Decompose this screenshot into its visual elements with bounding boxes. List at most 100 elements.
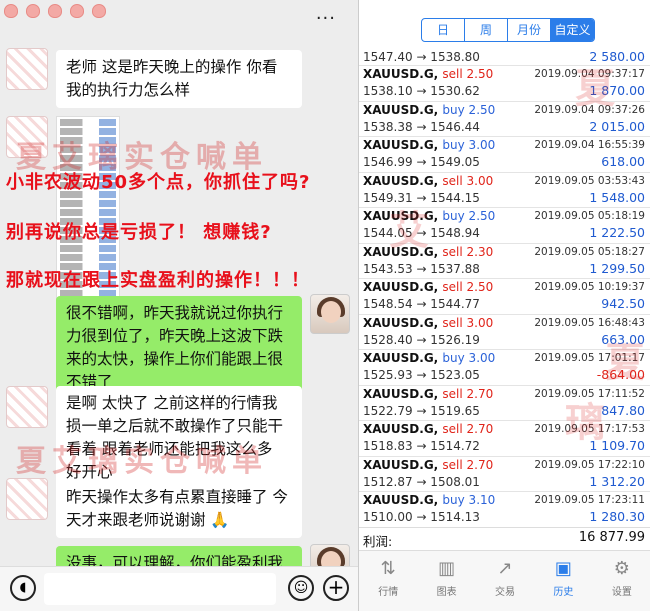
deal-price: 1518.83 → 1514.72 xyxy=(363,439,480,453)
deal-time: 2019.09.05 03:53:43 xyxy=(534,174,645,187)
deal-symbol: XAUUSD.G, buy 2.50 xyxy=(363,102,496,117)
deal-side: sell 3.00 xyxy=(442,315,494,330)
watermark-char: 夏 xyxy=(575,65,615,112)
promo-overlay-line: 别再说你总是亏损了！ 想赚钱? xyxy=(6,222,272,243)
nav-item-trade[interactable]: ↗ 交易 xyxy=(476,551,534,611)
deal-row[interactable]: XAUUSD.G, sell 2.70 2019.09.05 17:22:10 15… xyxy=(359,457,650,492)
deal-time: 2019.09.05 05:18:27 xyxy=(534,245,645,258)
chat-message-incoming: 昨天操作太多有点累直接睡了 今天才来跟老师说谢谢 🙏 xyxy=(56,480,302,538)
deal-side: buy 3.10 xyxy=(442,493,496,507)
nav-label: 历史 xyxy=(553,587,574,598)
deal-symbol: XAUUSD.G, sell 3.00 xyxy=(363,315,494,330)
nav-label: 交易 xyxy=(495,587,516,598)
chat-message-outgoing: 很不错啊，昨天我就说过你执行力很到位了，昨天晚上这波下跌来的太快，操作上你们能跟… xyxy=(56,296,302,400)
deal-row[interactable]: XAUUSD.G, sell 2.70 2019.09.05 17:17:53 15… xyxy=(359,421,650,457)
deal-side: sell 2.50 xyxy=(442,67,494,81)
tab-day[interactable]: 日 xyxy=(422,19,465,41)
deal-symbol: XAUUSD.G, sell 2.50 xyxy=(363,280,494,294)
nav-item-history[interactable]: ▣ 历史 xyxy=(534,551,592,611)
deal-time: 2019.09.05 17:23:11 xyxy=(534,494,645,506)
deal-side: buy 2.50 xyxy=(442,102,496,117)
bottom-nav: ⇅ 行情 ▥ 图表 ↗ 交易 ▣ 历史 ⚙ 设置 xyxy=(359,550,650,611)
deal-symbol: XAUUSD.G, sell 3.00 xyxy=(363,173,494,188)
deal-side: sell 3.00 xyxy=(442,173,494,188)
peach-sticker-icon xyxy=(92,4,106,18)
deal-side: buy 3.00 xyxy=(442,351,496,365)
deal-symbol: XAUUSD.G, buy 3.00 xyxy=(363,351,496,365)
nav-label: 图表 xyxy=(436,587,457,598)
period-tabs: 日 周 月份 自定义 xyxy=(421,18,595,42)
deal-side: sell 2.70 xyxy=(442,422,494,436)
history-icon: ▣ xyxy=(554,558,572,579)
deal-price: 1538.10 → 1530.62 xyxy=(363,84,480,98)
message-composer: ◖ ☺ + xyxy=(0,566,358,611)
emoji-icon[interactable]: ☺ xyxy=(288,575,314,601)
watermark-char: 璃 xyxy=(565,399,605,446)
deal-symbol: XAUUSD.G, buy 2.50 xyxy=(363,209,496,223)
deal-row[interactable]: XAUUSD.G, buy 3.00 2019.09.04 16:55:39 154… xyxy=(359,137,650,173)
chat-header: ··· xyxy=(0,0,358,36)
deal-symbol: XAUUSD.G, sell 2.70 xyxy=(363,386,494,401)
deal-profit: 1 312.20 xyxy=(589,473,645,489)
chat-message-incoming: 老师 这是昨天晚上的操作 你看我的执行力怎么样 xyxy=(56,50,302,108)
deal-price: 1538.38 → 1546.44 xyxy=(363,119,480,134)
nav-item-quotes[interactable]: ⇅ 行情 xyxy=(359,551,417,611)
message-input[interactable] xyxy=(44,573,276,605)
deal-row[interactable]: XAUUSD.G, sell 2.70 2019.09.05 17:11:52 15… xyxy=(359,386,650,421)
nav-item-settings[interactable]: ⚙ 设置 xyxy=(593,551,650,611)
deal-symbol: XAUUSD.G, sell 2.50 xyxy=(363,67,494,81)
sticker-strip xyxy=(4,4,106,18)
chart-icon: ▥ xyxy=(438,558,456,579)
teacher-avatar[interactable] xyxy=(310,294,350,334)
more-menu-icon[interactable]: ··· xyxy=(316,8,336,29)
contact-avatar[interactable] xyxy=(6,48,48,90)
contact-avatar[interactable] xyxy=(6,386,48,428)
deal-profit: 1 280.30 xyxy=(589,509,645,524)
deal-profit: 2 015.00 xyxy=(589,118,645,134)
deal-price: 1547.40 → 1538.80 xyxy=(363,50,480,64)
deal-profit: 847.80 xyxy=(601,402,645,418)
deal-row[interactable]: XAUUSD.G, buy 3.10 2019.09.05 17:23:11 151… xyxy=(359,492,650,528)
nav-item-chart[interactable]: ▥ 图表 xyxy=(417,551,475,611)
profit-total-label: 利润: xyxy=(363,534,393,549)
deal-price: 1510.00 → 1514.13 xyxy=(363,510,480,524)
peach-sticker-icon xyxy=(48,4,62,18)
deal-profit: 942.50 xyxy=(601,296,645,311)
quotes-icon: ⇅ xyxy=(380,558,396,579)
deal-price: 1522.79 → 1519.65 xyxy=(363,403,480,418)
watermark-char: 夏 xyxy=(605,339,645,386)
deal-time: 2019.09.05 16:48:43 xyxy=(534,316,645,329)
promo-overlay-line: 小非农波动50多个点，你抓住了吗? xyxy=(6,172,311,193)
deal-side: sell 2.50 xyxy=(442,280,494,294)
deal-symbol: XAUUSD.G, sell 2.70 xyxy=(363,422,494,436)
watermark-char: 艾 xyxy=(389,207,429,254)
deal-side: sell 2.30 xyxy=(442,244,494,259)
deal-symbol: XAUUSD.G, buy 3.00 xyxy=(363,138,496,152)
deal-profit: 1 299.50 xyxy=(589,260,645,276)
deal-price: 1546.99 → 1549.05 xyxy=(363,155,480,169)
profit-total-value: 16 877.99 xyxy=(578,530,645,545)
settings-icon: ⚙ xyxy=(613,558,630,579)
watermark-text: 夏艾璃实仓喊单 xyxy=(16,444,268,479)
voice-icon[interactable]: ◖ xyxy=(10,575,36,601)
deal-list: 1547.40 → 1538.80 2 580.00 XAUUSD.G, sel… xyxy=(359,46,650,528)
plus-icon[interactable]: + xyxy=(323,575,349,601)
deal-symbol: XAUUSD.G, sell 2.70 xyxy=(363,457,494,472)
deal-side: buy 3.00 xyxy=(442,138,496,152)
deal-price: 1548.54 → 1544.77 xyxy=(363,297,480,311)
deal-profit: 618.00 xyxy=(601,154,645,169)
tab-week[interactable]: 周 xyxy=(465,19,508,41)
deal-side: sell 2.70 xyxy=(442,457,494,472)
deal-time: 2019.09.05 05:18:19 xyxy=(534,210,645,222)
deal-price: 1525.93 → 1523.05 xyxy=(363,368,480,382)
contact-avatar[interactable] xyxy=(6,478,48,520)
nav-label: 行情 xyxy=(378,587,399,598)
deal-price: 1528.40 → 1526.19 xyxy=(363,332,480,347)
deal-profit: 1 222.50 xyxy=(589,225,645,240)
tab-month[interactable]: 月份 xyxy=(508,19,551,41)
deal-side: sell 2.70 xyxy=(442,386,494,401)
deal-row[interactable]: XAUUSD.G, sell 2.50 2019.09.05 10:19:37 15… xyxy=(359,279,650,315)
tab-custom[interactable]: 自定义 xyxy=(551,19,594,41)
nav-label: 设置 xyxy=(611,587,632,598)
peach-sticker-icon xyxy=(26,4,40,18)
